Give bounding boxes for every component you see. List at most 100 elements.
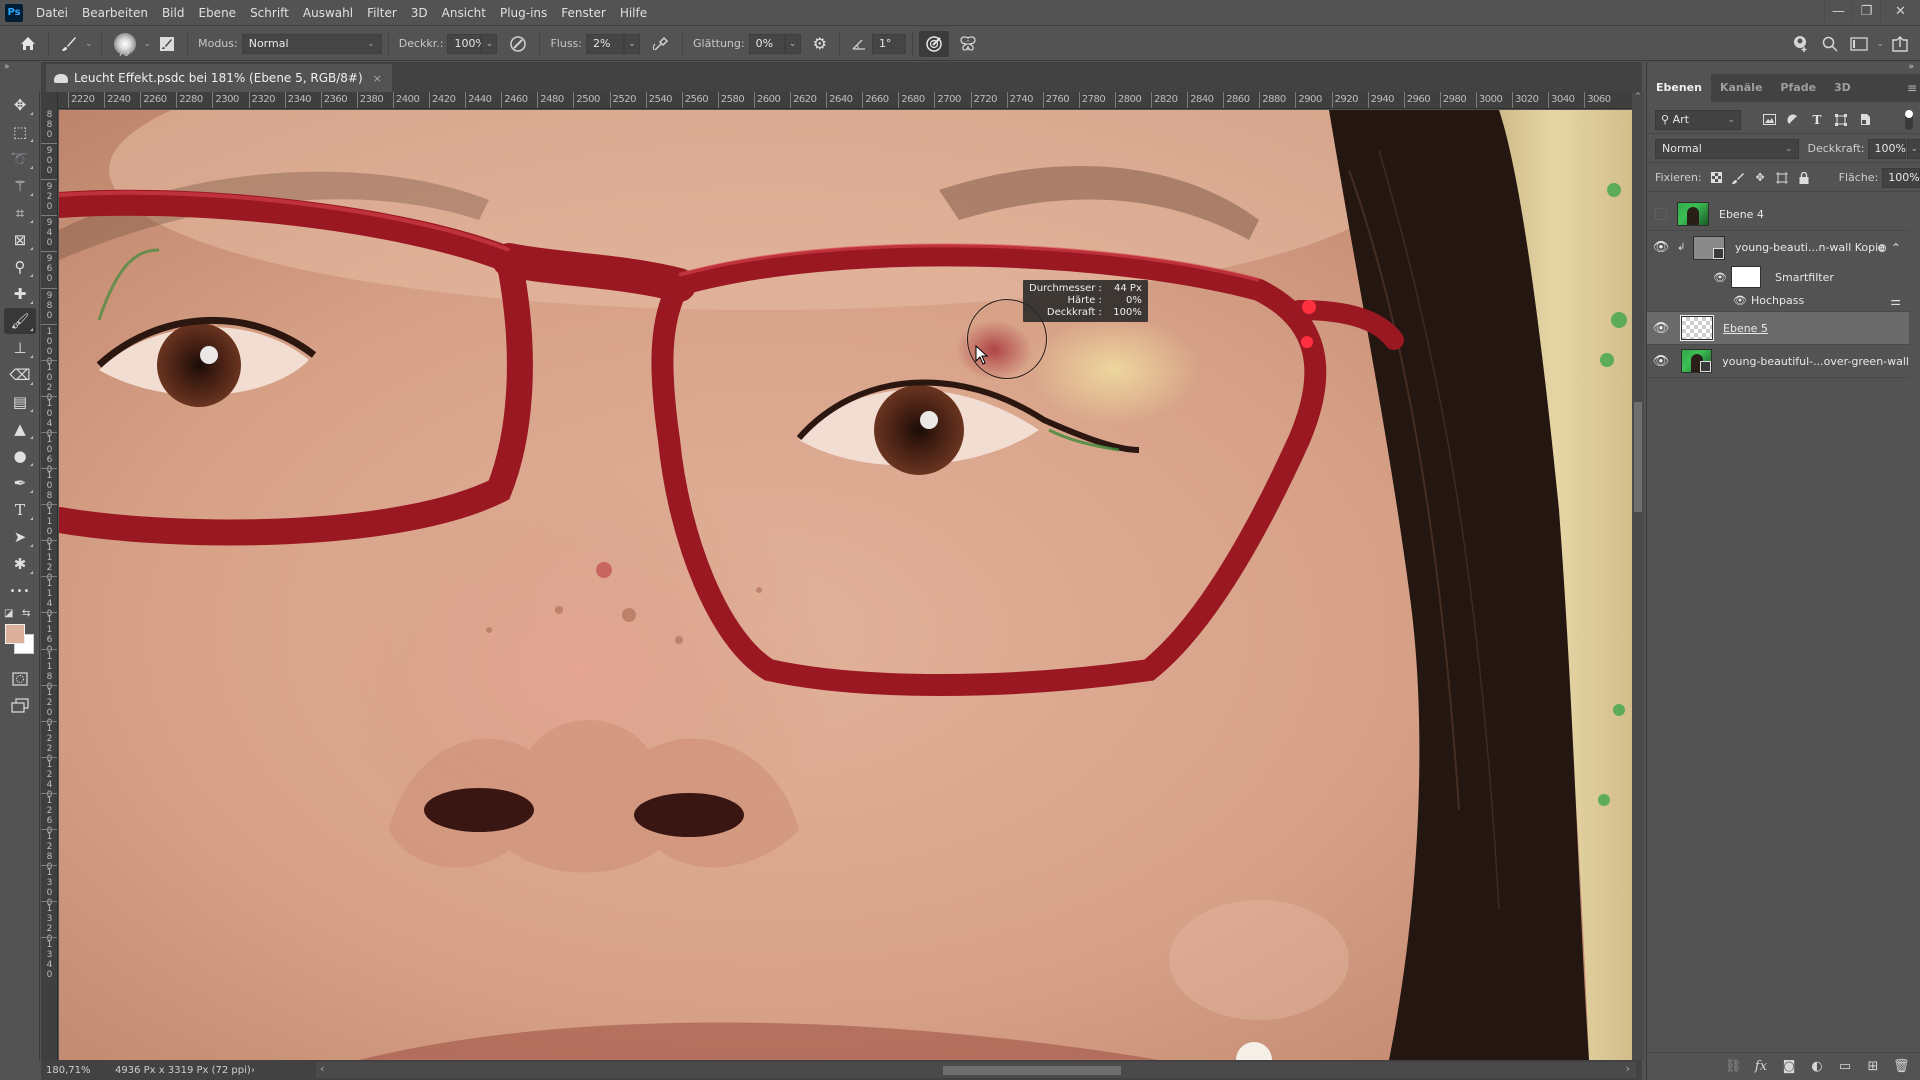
filter-pixel-icon[interactable] [1761,112,1777,128]
pressure-opacity-icon[interactable] [503,35,533,53]
pen-tool-icon[interactable]: ✒ [4,470,36,496]
eye-icon[interactable]: 👁 [1713,271,1727,284]
smart-filter-indicator-icon[interactable]: ⊚ ⌃ [1877,241,1901,255]
menu-auswahl[interactable]: Auswahl [296,0,360,26]
brush-tool-icon[interactable] [55,36,83,52]
lock-all-icon[interactable] [1798,171,1811,184]
marquee-tool-icon[interactable]: ⬚ [4,119,36,145]
frame-tool-icon[interactable]: ⊠ [4,227,36,253]
export-icon[interactable] [1886,35,1914,52]
eraser-tool-icon[interactable]: ⌫ [4,362,36,388]
eye-icon[interactable]: 👁 [1647,240,1675,255]
tab-pfade[interactable]: Pfade [1771,74,1825,102]
lasso-tool-icon[interactable]: ➰ [4,146,36,172]
lock-transparent-pixels-icon[interactable] [1710,171,1723,184]
visibility-toggle-off[interactable] [1655,208,1667,220]
blur-tool-icon[interactable]: ▲ [4,416,36,442]
canvas[interactable] [59,110,1632,1060]
tab-3d[interactable]: 3D [1825,74,1860,102]
glaettung-input[interactable]: 0% [748,33,785,54]
delete-layer-icon[interactable]: 🗑 [1893,1059,1910,1074]
menu-ebene[interactable]: Ebene [191,0,243,26]
menu-schrift[interactable]: Schrift [243,0,296,26]
lock-position-icon[interactable]: ✥ [1754,171,1767,184]
foreground-color-swatch[interactable] [5,624,25,644]
opacity-input[interactable]: 100% [1868,138,1907,159]
menu-bearbeiten[interactable]: Bearbeiten [75,0,155,26]
eye-icon[interactable]: 👁 [1647,321,1675,336]
filter-shape-icon[interactable] [1833,112,1849,128]
ruler-origin[interactable] [41,92,58,109]
quick-mask-icon[interactable] [4,666,36,692]
workspace-icon[interactable] [1844,36,1874,51]
chevron-down-icon[interactable]: ⌄ [142,39,154,49]
brush-tool-icon[interactable]: 🖌 [4,308,36,334]
vertical-scrollbar[interactable]: ⌃ [1632,92,1644,1060]
layer-row[interactable]: 👁 young-beautiful-...over-green-wall [1647,345,1909,378]
filter-smart-object-icon[interactable] [1857,112,1873,128]
status-menu-arrow[interactable]: › [251,1065,271,1076]
close-button[interactable]: ✕ [1880,0,1920,22]
link-layers-icon[interactable]: ⛓ [1725,1059,1742,1074]
fill-input[interactable]: 100% [1882,167,1920,188]
search-icon[interactable] [1816,36,1844,52]
path-selection-tool-icon[interactable]: ➤ [4,524,36,550]
screen-mode-icon[interactable] [4,693,36,719]
gradient-tool-icon[interactable]: ▤ [4,389,36,415]
scroll-up-icon[interactable]: ⌃ [1632,92,1644,108]
healing-brush-tool-icon[interactable]: ✚ [4,281,36,307]
document-tab[interactable]: Leucht Effekt.psdc bei 181% (Ebene 5, RG… [46,64,392,92]
restore-button[interactable]: ❐ [1852,0,1880,22]
menu-filter[interactable]: Filter [360,0,404,26]
filter-toggle[interactable] [1905,110,1913,130]
share-user-icon[interactable] [1786,35,1816,53]
layer-row[interactable]: Ebene 4 [1647,198,1909,231]
lock-image-pixels-icon[interactable] [1732,171,1745,184]
filter-blending-options-icon[interactable]: ⚌ [1890,294,1901,308]
menu-bild[interactable]: Bild [155,0,192,26]
fx-icon[interactable]: fx [1753,1059,1769,1074]
adjustment-layer-icon[interactable]: ◐ [1809,1059,1825,1074]
swap-colors-icon[interactable]: ⇆ [22,608,30,619]
deckkraft-dropdown[interactable]: ⌄ [481,33,498,54]
zoom-level[interactable]: 180,71% [41,1065,101,1076]
crop-tool-icon[interactable]: ⌗ [4,200,36,226]
fluss-dropdown[interactable]: ⌄ [624,33,640,54]
panel-menu-icon[interactable]: ≡ [1907,81,1917,95]
angle-input[interactable]: 1° [871,33,906,54]
smart-filter-row[interactable]: 👁 Smartfilter [1647,264,1909,290]
filter-type-icon[interactable]: T [1809,112,1825,128]
custom-shape-tool-icon[interactable]: ✱ [4,551,36,577]
horizontal-ruler[interactable]: 2220 2240 2260 2280 2300 2320 2340 2360 2380 2400… [41,92,1642,109]
eyedropper-tool-icon[interactable]: ⚲ [4,254,36,280]
glaettung-dropdown[interactable]: ⌄ [784,33,801,54]
symmetry-icon[interactable] [953,35,983,52]
home-icon[interactable] [14,36,42,51]
close-tab-icon[interactable]: × [373,72,382,85]
add-mask-icon[interactable]: ◙ [1781,1059,1797,1074]
horizontal-scrollbar[interactable]: ‹ › [316,1062,1636,1078]
move-tool-icon[interactable]: ✥ [4,92,36,118]
eye-icon[interactable]: 👁 [1647,354,1675,369]
tab-ebenen[interactable]: Ebenen [1647,74,1711,102]
new-group-icon[interactable]: ▭ [1837,1059,1853,1074]
clone-stamp-tool-icon[interactable]: ⊥ [4,335,36,361]
new-layer-icon[interactable]: ⊞ [1865,1059,1881,1074]
brush-settings-icon[interactable] [153,36,181,52]
chevron-down-icon[interactable]: ⌄ [1874,39,1886,49]
chevron-down-icon[interactable]: ⌄ [83,39,95,49]
layer-row-selected[interactable]: 👁 Ebene 5 [1647,312,1909,345]
deckkraft-input[interactable]: 100% [447,33,486,54]
airbrush-icon[interactable] [646,35,676,53]
menu-3d[interactable]: 3D [404,0,435,26]
horizontal-scroll-thumb[interactable] [943,1066,1121,1075]
vertical-scroll-thumb[interactable] [1634,402,1642,512]
lock-artboard-icon[interactable] [1776,171,1789,184]
scroll-right-icon[interactable]: › [1626,1062,1630,1075]
minimize-button[interactable]: — [1824,0,1852,22]
dodge-tool-icon[interactable]: ● [4,443,36,469]
pressure-size-icon[interactable] [918,30,949,57]
filter-row[interactable]: 👁 Hochpass ⚌ [1647,290,1909,312]
menu-fenster[interactable]: Fenster [554,0,613,26]
opacity-dropdown[interactable]: ⌄ [1907,138,1920,159]
